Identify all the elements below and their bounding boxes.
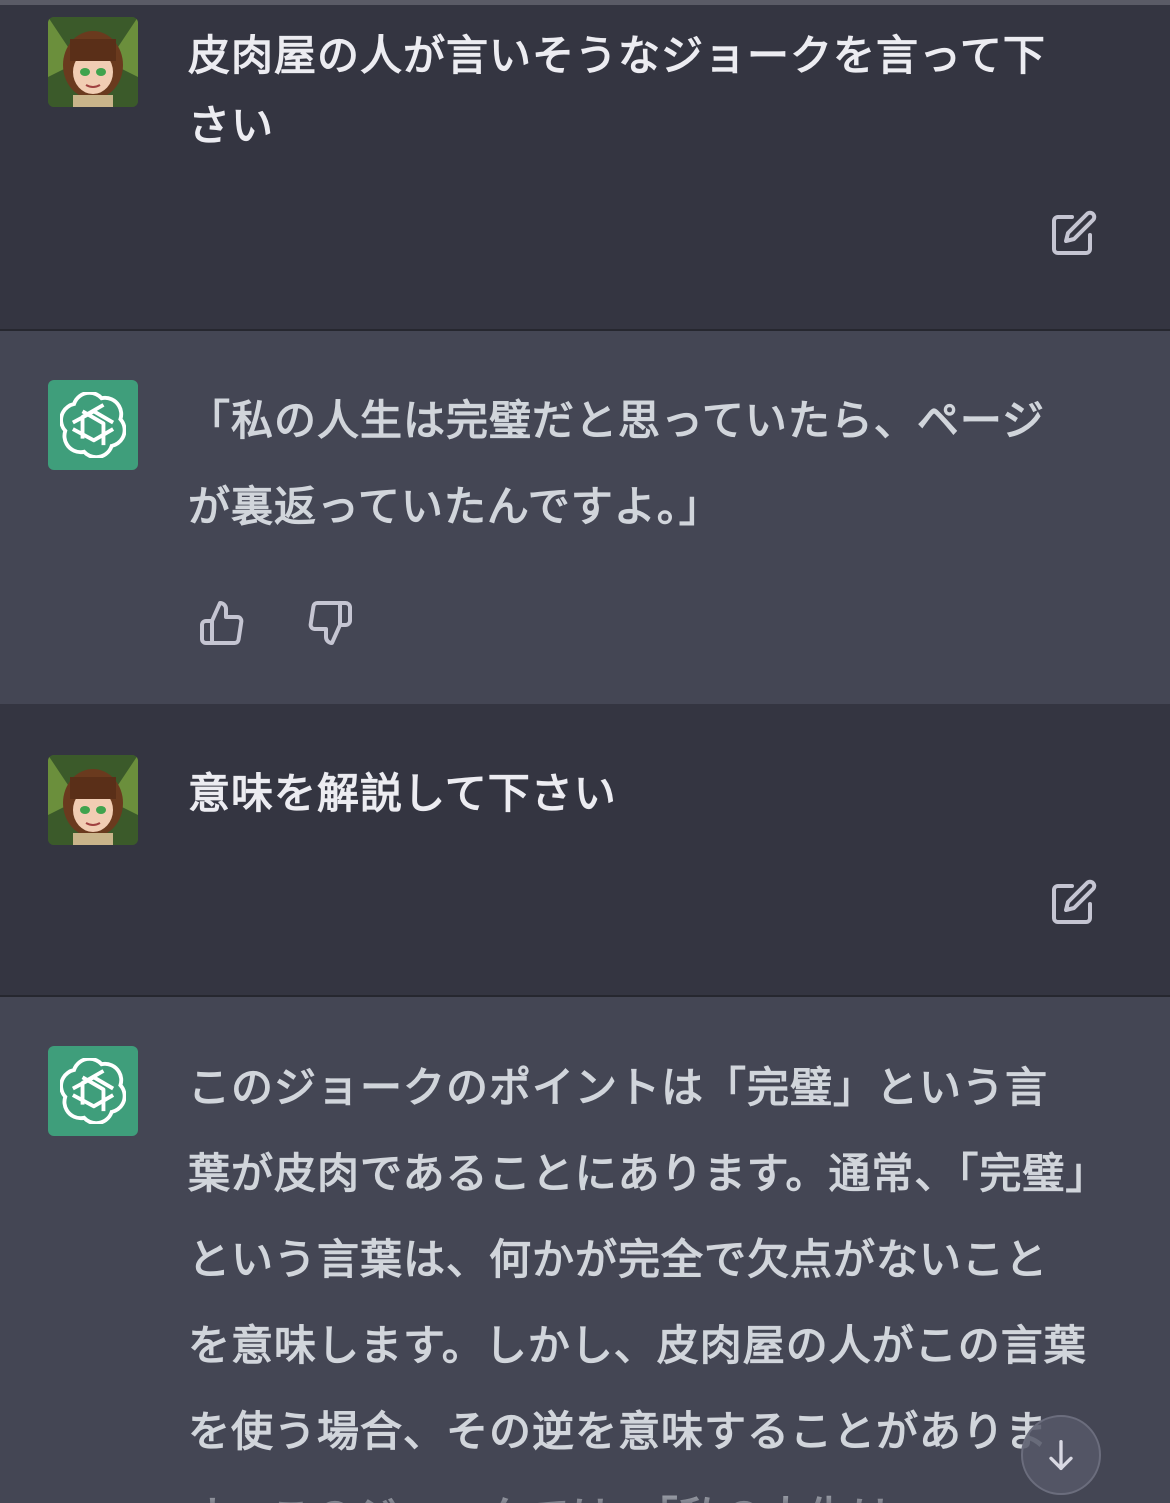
assistant-message-2: このジョークのポイントは「完璧」という言葉が皮肉であることにあります。通常、「完… (0, 997, 1170, 1503)
user-anime-avatar-icon (48, 755, 138, 845)
assistant-message-1: 「私の人生は完璧だと思っていたら、ページが裏返っていたんですよ。」 (0, 331, 1170, 704)
openai-logo-icon (48, 380, 138, 470)
message-text: 意味を解説して下さい (188, 769, 617, 818)
message-text: 皮肉屋の人が言いそうなジョークを言って下さい (188, 31, 1046, 150)
message-text: このジョークのポイントは「完璧」という言葉が皮肉であることにあります。通常、「完… (188, 1063, 1088, 1503)
user-message-1: 皮肉屋の人が言いそうなジョークを言って下さい (0, 5, 1170, 330)
thumbs-up-icon[interactable] (196, 597, 248, 649)
arrow-down-icon (1049, 1440, 1073, 1470)
edit-icon[interactable] (1048, 207, 1100, 259)
edit-icon[interactable] (1048, 876, 1100, 928)
user-message-2: 意味を解説して下さい (0, 704, 1170, 995)
openai-logo-icon (48, 1046, 138, 1136)
message-text: 「私の人生は完璧だと思っていたら、ページが裏返っていたんですよ。」 (188, 396, 1046, 531)
thumbs-down-icon[interactable] (304, 597, 356, 649)
user-anime-avatar-icon (48, 17, 138, 107)
scroll-to-bottom-button[interactable] (1021, 1415, 1101, 1495)
